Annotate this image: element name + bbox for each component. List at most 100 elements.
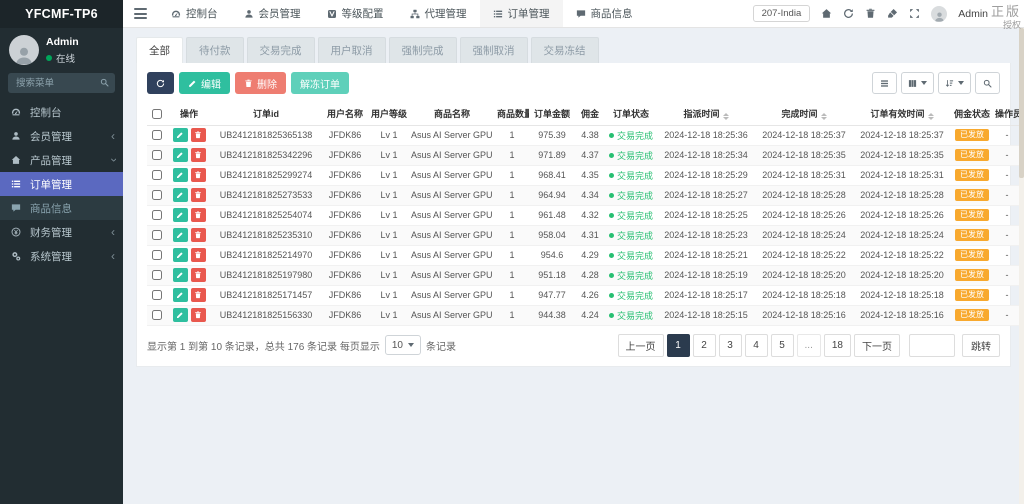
sort-icon[interactable] (927, 112, 934, 120)
row-delete-button[interactable] (190, 208, 206, 222)
sort-order-button[interactable] (938, 72, 971, 94)
page-jump-button[interactable]: 跳转 (962, 333, 1000, 357)
chevron-left-icon: ‹ (111, 249, 115, 263)
sidebar-search-input[interactable] (8, 73, 115, 93)
avatar[interactable] (931, 5, 948, 22)
scrollbar-thumb[interactable] (1019, 28, 1024, 178)
search-button[interactable] (975, 72, 1000, 94)
page-button-18[interactable]: 18 (823, 333, 851, 357)
page-size-select[interactable]: 10 (384, 335, 421, 355)
tab-5[interactable]: 强制完成 (388, 37, 457, 63)
sidebar-search (8, 73, 115, 93)
row-checkbox[interactable] (152, 210, 162, 221)
select-all-checkbox[interactable] (152, 108, 162, 119)
sidebar-item-dashboard[interactable]: 控制台 (0, 100, 123, 124)
row-edit-button[interactable] (172, 148, 188, 162)
row-edit-button[interactable] (172, 288, 188, 302)
row-delete-button[interactable] (190, 128, 206, 142)
top-menu-item-members[interactable]: 会员管理 (231, 0, 314, 27)
row-checkbox[interactable] (152, 170, 162, 181)
edit-button[interactable]: 编辑 (179, 72, 230, 94)
sort-icon[interactable] (722, 112, 729, 120)
avatar[interactable] (9, 35, 39, 65)
sidebar-item-orders[interactable]: 订单管理 (0, 172, 123, 196)
row-checkbox[interactable] (152, 270, 162, 281)
sidebar-item-system[interactable]: 系统管理 ‹ (0, 244, 123, 268)
row-delete-button[interactable] (190, 268, 206, 282)
home-icon[interactable] (821, 8, 832, 19)
row-edit-button[interactable] (172, 308, 188, 322)
top-menu-item-agents[interactable]: 代理管理 (397, 0, 480, 27)
page-button-3[interactable]: 3 (718, 333, 742, 357)
row-delete-button[interactable] (190, 148, 206, 162)
operator-cell: - (993, 245, 1021, 266)
tab-2[interactable]: 待付款 (186, 37, 244, 63)
top-menu-item-dashboard[interactable]: 控制台 (158, 0, 231, 27)
sort-icon[interactable] (820, 112, 827, 120)
row-checkbox[interactable] (152, 150, 162, 161)
sidebar-item-products[interactable]: 产品管理 ‹ (0, 148, 123, 172)
column-header-label: 订单有效时间 (870, 108, 925, 119)
sidebar-toggle-hamburger-icon[interactable] (123, 8, 158, 19)
row-checkbox[interactable] (152, 310, 162, 321)
home-icon (11, 155, 23, 165)
row-delete-button[interactable] (190, 288, 206, 302)
page-button-5[interactable]: 5 (770, 333, 794, 357)
tab-7[interactable]: 交易冻结 (530, 37, 599, 63)
row-edit-button[interactable] (172, 168, 188, 182)
row-edit-button[interactable] (172, 188, 188, 202)
row-checkbox[interactable] (152, 190, 162, 201)
row-edit-button[interactable] (172, 268, 188, 282)
sidebar-item-finance[interactable]: 财务管理 ‹ (0, 220, 123, 244)
row-edit-button[interactable] (172, 128, 188, 142)
row-delete-button[interactable] (190, 248, 206, 262)
top-menu-item-levels[interactable]: 等级配置 (314, 0, 397, 27)
refresh-button[interactable] (147, 72, 174, 94)
row-delete-button[interactable] (190, 228, 206, 242)
clear-trash-icon[interactable] (865, 8, 876, 19)
topbar-user-name[interactable]: Admin (958, 8, 988, 20)
top-menu-item-goods-info[interactable]: 商品信息 (563, 0, 646, 27)
toggle-view-button[interactable] (872, 72, 897, 94)
row-delete-button[interactable] (190, 188, 206, 202)
column-header-user-name: 用户名称 (321, 102, 369, 126)
prev-page-button[interactable]: 上一页 (617, 333, 664, 357)
region-select[interactable]: 207-India (752, 5, 811, 22)
pencil-icon (188, 79, 197, 88)
row-edit-button[interactable] (172, 208, 188, 222)
search-icon[interactable] (100, 78, 109, 87)
row-delete-button[interactable] (190, 168, 206, 182)
column-header-assign-time[interactable]: 指派时间 (657, 102, 755, 126)
fullscreen-icon[interactable] (909, 8, 920, 19)
columns-button[interactable] (901, 72, 934, 94)
tab-6[interactable]: 强制取消 (459, 37, 528, 63)
assign-time-cell: 2024-12-18 18:25:25 (657, 205, 755, 226)
unfreeze-orders-button[interactable]: 解冻订单 (291, 72, 349, 94)
row-checkbox[interactable] (152, 130, 162, 141)
clear-cache-icon[interactable] (887, 8, 898, 19)
row-delete-button[interactable] (190, 308, 206, 322)
operator-cell: - (993, 265, 1021, 286)
scrollbar-track[interactable] (1019, 28, 1024, 504)
delete-button[interactable]: 删除 (235, 72, 286, 94)
row-checkbox[interactable] (152, 250, 162, 261)
page-button-2[interactable]: 2 (692, 333, 716, 357)
row-edit-button[interactable] (172, 248, 188, 262)
row-edit-button[interactable] (172, 228, 188, 242)
column-header-finish-time[interactable]: 完成时间 (755, 102, 853, 126)
next-page-button[interactable]: 下一页 (854, 333, 900, 357)
page-jump-input[interactable] (909, 333, 955, 357)
page-button-4[interactable]: 4 (744, 333, 768, 357)
tab-4[interactable]: 用户取消 (317, 37, 386, 63)
sidebar-item-goods-info[interactable]: 商品信息 (0, 196, 123, 220)
refresh-icon[interactable] (843, 8, 854, 19)
column-header-valid-time[interactable]: 订单有效时间 (853, 102, 951, 126)
sidebar-item-members[interactable]: 会员管理 ‹ (0, 124, 123, 148)
operator-cell: - (993, 125, 1021, 146)
tab-1[interactable]: 全部 (136, 37, 183, 63)
page-button-1[interactable]: 1 (666, 333, 690, 357)
row-checkbox[interactable] (152, 290, 162, 301)
row-checkbox[interactable] (152, 230, 162, 241)
top-menu-item-orders[interactable]: 订单管理 (479, 0, 563, 27)
tab-3[interactable]: 交易完成 (246, 37, 315, 63)
